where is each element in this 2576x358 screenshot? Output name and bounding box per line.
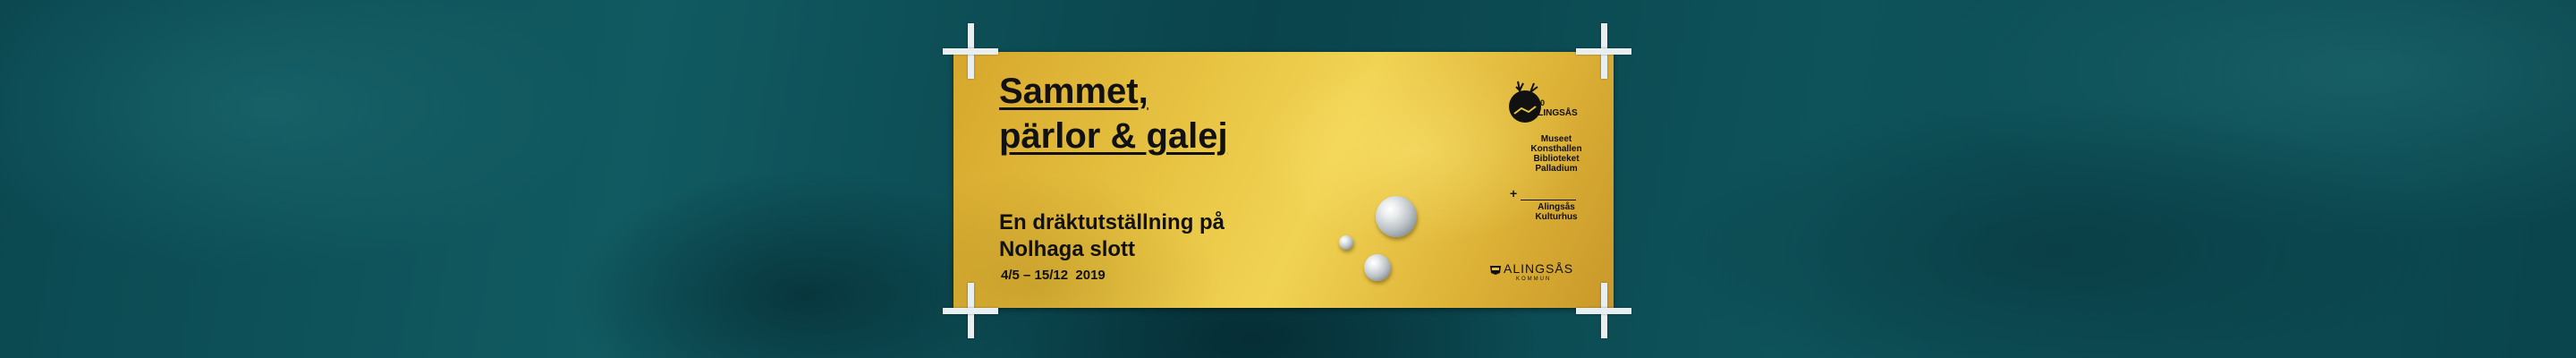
corner-pin-top-left-icon bbox=[943, 23, 998, 79]
pearl-small-icon bbox=[1339, 235, 1353, 250]
culture-house-name: Alingsås Kulturhus bbox=[1521, 202, 1592, 222]
anniversary-number: 700 bbox=[1531, 98, 1546, 107]
corner-pin-bottom-left-icon bbox=[943, 283, 998, 338]
institutions-list: Museet Konsthallen Biblioteket Palladium bbox=[1521, 134, 1592, 174]
municipality-crest-icon bbox=[1490, 266, 1501, 275]
exhibition-subtitle-line1: En dräktutställning på bbox=[999, 210, 1225, 234]
institution-library: Biblioteket bbox=[1533, 154, 1580, 164]
municipality-sub: KOMMUN bbox=[1516, 277, 1552, 282]
culture-house-line1: Alingsås bbox=[1538, 202, 1575, 212]
pearl-medium-icon bbox=[1364, 254, 1391, 281]
exhibition-dates: 4/5 – 15/12 2019 bbox=[1001, 268, 1106, 283]
institution-art-hall: Konsthallen bbox=[1530, 144, 1582, 154]
exhibition-title-line2: pärlor & galej bbox=[999, 116, 1228, 156]
anniversary-name: ALINGSÅS bbox=[1531, 108, 1578, 118]
corner-pin-top-right-icon bbox=[1576, 23, 1631, 79]
institution-museum: Museet bbox=[1540, 134, 1572, 144]
culture-house-line2: Kulturhus bbox=[1535, 212, 1578, 222]
plus-sign: + bbox=[1510, 186, 1518, 200]
pearl-large-icon bbox=[1376, 196, 1417, 237]
exhibition-title-line1: Sammet, bbox=[999, 72, 1148, 111]
municipality-name: ALINGSÅS bbox=[1504, 261, 1574, 276]
exhibition-subtitle-line2: Nolhaga slott bbox=[999, 237, 1136, 261]
corner-pin-bottom-right-icon bbox=[1576, 283, 1631, 338]
institution-palladium: Palladium bbox=[1535, 164, 1578, 174]
